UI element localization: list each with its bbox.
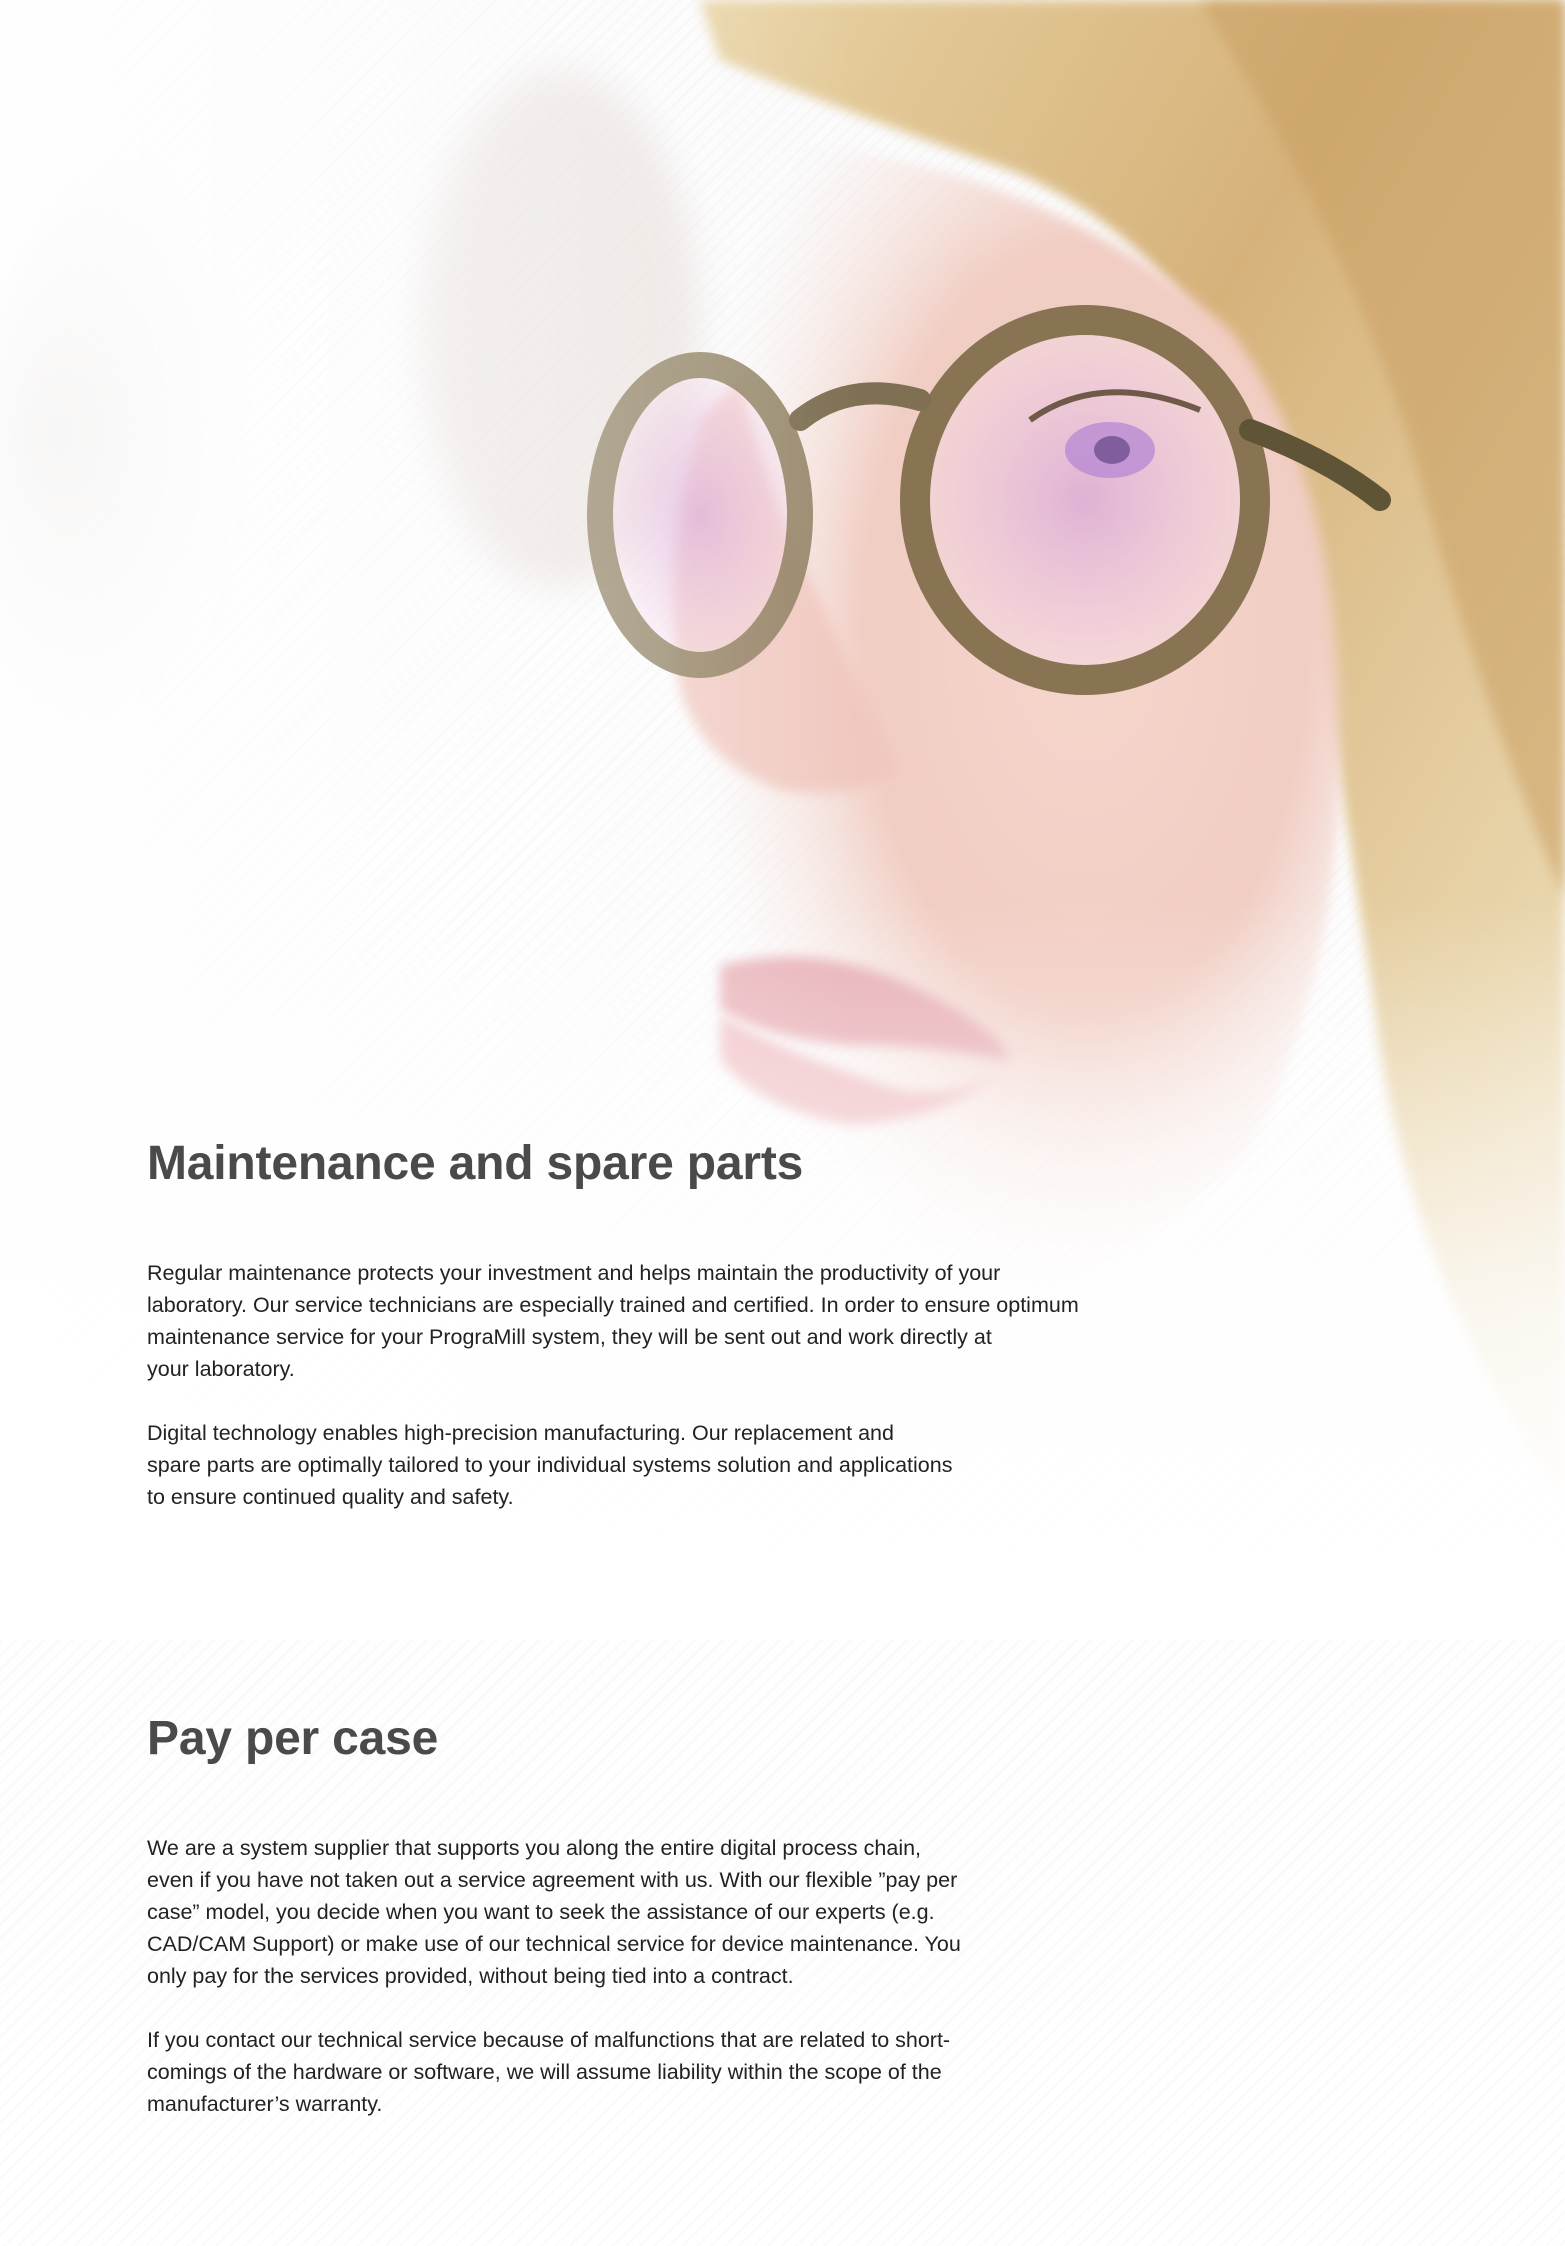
- pay-per-case-section: Pay per case We are a system supplier th…: [147, 1712, 1047, 2120]
- paragraph: Regular maintenance protects your invest…: [147, 1260, 1079, 1381]
- section-heading: Maintenance and spare parts: [147, 1137, 804, 1190]
- document-page: Maintenance and spare parts Regular main…: [0, 0, 1565, 2246]
- maintenance-section: Maintenance and spare parts Regular main…: [147, 1137, 1107, 1513]
- paragraph: We are a system supplier that supports y…: [147, 1835, 961, 1988]
- section-heading: Pay per case: [147, 1712, 439, 1765]
- paragraph: If you contact our technical service bec…: [147, 2027, 951, 2116]
- paragraph: Digital technology enables high-precisio…: [147, 1420, 953, 1509]
